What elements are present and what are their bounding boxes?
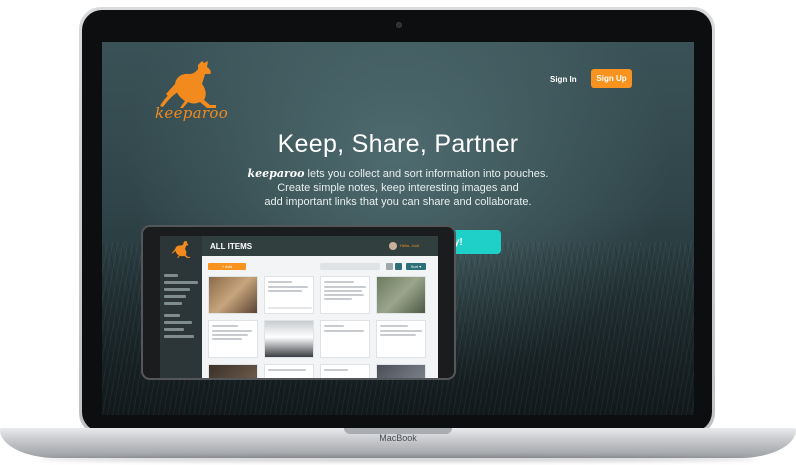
mockup-title: ALL ITEMS <box>210 242 253 251</box>
laptop-model-label: MacBook <box>379 433 417 443</box>
mockup-card <box>320 276 370 314</box>
mockup-card <box>376 320 426 358</box>
hero-headline: Keep, Share, Partner <box>277 130 519 158</box>
signin-link[interactable]: Sign In <box>550 75 577 84</box>
mockup-app-screen: ALL ITEMS Hello, Jodi + Add Sort ▾ <box>160 236 438 378</box>
mockup-nav-item <box>164 335 194 338</box>
mockup-card <box>264 320 314 358</box>
mockup-sort-button: Sort ▾ <box>406 263 426 270</box>
mockup-grid-view-icon <box>395 263 402 270</box>
mockup-card <box>208 364 258 378</box>
mockup-user-name: Hello, Jodi <box>400 243 419 248</box>
mockup-sidebar <box>160 236 202 378</box>
desc-line-1: lets you collect and sort information in… <box>304 168 549 180</box>
mockup-nav-item <box>164 314 180 317</box>
mockup-card <box>208 320 258 358</box>
mockup-card <box>320 320 370 358</box>
mockup-search-input <box>320 263 380 270</box>
mockup-nav-item <box>164 328 184 331</box>
mockup-nav-item <box>164 274 178 277</box>
mockup-card <box>264 364 314 378</box>
mockup-nav-item <box>164 288 190 291</box>
mockup-nav-item <box>164 295 186 298</box>
logo-text[interactable]: keeparoo <box>155 104 228 122</box>
desc-line-3: add important links that you can share a… <box>264 196 532 208</box>
mockup-card <box>264 276 314 314</box>
mockup-nav-item <box>164 321 192 324</box>
signup-button[interactable]: Sign Up <box>591 69 632 88</box>
desc-line-2: Create simple notes, keep interesting im… <box>277 182 519 194</box>
mockup-card <box>208 276 258 314</box>
mockup-card <box>376 364 426 378</box>
brand-word: keeparoo <box>247 167 305 180</box>
mockup-add-button: + Add <box>208 263 246 270</box>
hero-description: keeparoo lets you collect and sort infor… <box>102 167 694 209</box>
mockup-list-view-icon <box>386 263 393 270</box>
mockup-card <box>376 276 426 314</box>
laptop-shadow <box>40 456 756 462</box>
mockup-nav-item <box>164 302 182 305</box>
mockup-avatar <box>389 242 397 250</box>
mockup-kangaroo-logo-icon <box>171 240 191 258</box>
mockup-card <box>320 364 370 378</box>
camera-icon <box>396 22 402 28</box>
mockup-nav-item <box>164 281 198 284</box>
